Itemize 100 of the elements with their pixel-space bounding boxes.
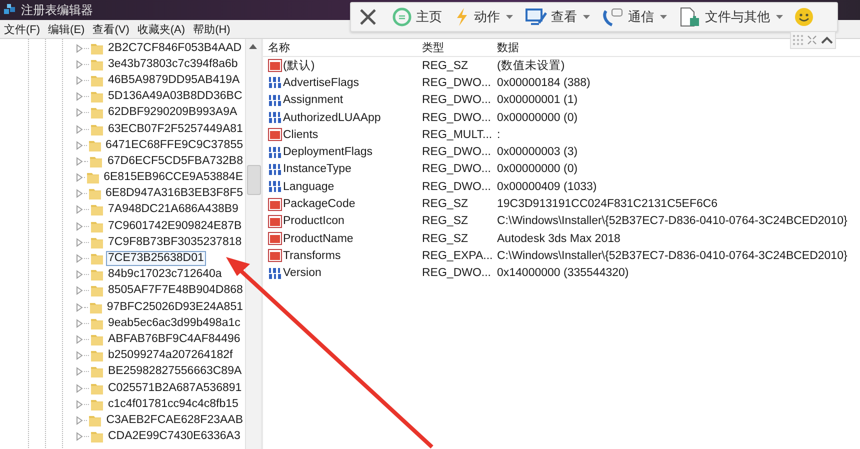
grid-icon[interactable] xyxy=(793,35,803,45)
column-header[interactable]: 类型 xyxy=(422,40,497,55)
lightning-icon xyxy=(454,7,470,27)
tree-item[interactable]: 8505AF7F7E48B904D868 xyxy=(106,283,245,298)
tree-item[interactable]: c1c4f01781cc94c4c8fb15 xyxy=(106,396,240,412)
string-value-icon xyxy=(268,214,282,228)
value-name: AuthorizedLUAApp xyxy=(283,112,381,124)
tree-item[interactable]: 6E815EB96CCE9A53884E xyxy=(102,170,245,186)
tree-item[interactable]: 46B5A9879DD95AB419A xyxy=(106,72,242,88)
tree-item[interactable]: C3AEB2FCAE628F23AAB xyxy=(104,412,245,428)
value-name: ProductName xyxy=(283,232,354,245)
column-header[interactable]: 数据 xyxy=(497,40,519,55)
tree-item[interactable]: 67D6ECF5CD5FBA732B8 xyxy=(105,154,245,169)
value-name: AdvertiseFlags xyxy=(283,76,360,89)
ring-icon xyxy=(392,7,412,27)
value-data: 19C3D913191CC024F831C2131C5EF6C6 xyxy=(497,198,718,210)
binary-value-icon xyxy=(268,111,282,124)
menu-item[interactable]: 收藏夹(A) xyxy=(137,22,186,36)
collapse-caret-icon[interactable] xyxy=(821,36,833,44)
folder-icon xyxy=(90,284,104,298)
tree-item[interactable]: CDA2E99C7430E6336A3 xyxy=(106,429,242,444)
toolbar-button[interactable]: 文件与其他 xyxy=(674,7,788,27)
folder-icon xyxy=(90,42,104,55)
value-type: REG_MULT... xyxy=(422,128,494,141)
value-type: REG_DWO... xyxy=(422,163,492,176)
scrollbar[interactable] xyxy=(245,39,261,449)
folder-icon xyxy=(90,106,104,120)
scroll-thumb[interactable] xyxy=(247,165,261,195)
binary-value-icon xyxy=(268,76,282,90)
value-data: C:\Windows\Installer\{52B37EC7-D836-0410-0764-3C24BCED2010} xyxy=(497,215,848,228)
value-type: REG_DWO... xyxy=(422,76,492,89)
value-type: REG_EXPA... xyxy=(422,250,494,262)
close-icon[interactable] xyxy=(359,8,377,26)
value-data: 0x00000000 (0) xyxy=(497,112,578,124)
registry-cubes-icon xyxy=(3,3,17,17)
tree-item[interactable]: ABFAB76BF9C4AF84496 xyxy=(106,332,242,347)
menu-item[interactable]: 帮助(H) xyxy=(193,22,230,36)
tree-item[interactable]: 6E8D947A316B3EB3F8F5 xyxy=(104,186,245,202)
value-type: REG_DWO... xyxy=(422,267,492,280)
tree-item[interactable]: 7CE73B25638D01 xyxy=(106,251,206,266)
folder-icon xyxy=(90,332,104,346)
folder-icon xyxy=(88,187,102,200)
tree-item[interactable]: BE25982827556663C89A xyxy=(106,364,244,380)
tree-item[interactable]: 2B2C7CF846F053B4AAD xyxy=(106,40,244,56)
tree-item[interactable]: 5D136A49A03B8DD36BC xyxy=(106,89,244,104)
folder-icon xyxy=(90,365,104,378)
smiley-icon[interactable] xyxy=(794,7,814,27)
menu-item[interactable]: 文件(F) xyxy=(4,22,40,36)
value-name: PackageCode xyxy=(283,198,356,210)
folder-icon xyxy=(90,349,104,362)
tree-item[interactable]: 97BFC25026D93E24A851 xyxy=(104,300,245,315)
string-value-icon xyxy=(268,198,282,211)
tree-item[interactable]: 84b9c17023c712640a xyxy=(106,267,224,282)
scroll-up-icon[interactable] xyxy=(249,44,257,49)
tree-item[interactable]: 3e43b73803c7c394f8a6b xyxy=(106,56,240,72)
menu-item[interactable]: 查看(V) xyxy=(92,22,130,36)
toolbar-button[interactable]: 查看 xyxy=(520,7,595,27)
value-name: Version xyxy=(283,267,322,280)
window-title: 注册表编辑器 xyxy=(21,2,93,18)
string-value-icon xyxy=(268,128,282,142)
value-type: REG_SZ xyxy=(422,198,470,210)
tree-item[interactable]: 7C9F8B73BF3035237818 xyxy=(106,234,244,250)
tree-item[interactable]: 62DBF9290209B993A9A xyxy=(106,105,240,120)
value-name: (默认) xyxy=(283,58,315,74)
binary-value-icon xyxy=(268,94,282,107)
folder-icon xyxy=(90,430,104,444)
expand-icon[interactable] xyxy=(807,35,817,45)
monitor-icon xyxy=(525,7,547,27)
value-data: (数值未设置) xyxy=(497,58,565,74)
folder-icon xyxy=(88,414,102,427)
folder-icon xyxy=(90,268,104,282)
value-name: Transforms xyxy=(283,250,341,262)
value-type: REG_SZ xyxy=(422,232,470,245)
tree-item[interactable]: 9eab5ec6ac3d99b498a1c xyxy=(106,316,242,331)
tree-item[interactable]: b25099274a207264182f xyxy=(106,348,235,364)
string-value-icon xyxy=(268,232,282,246)
tree-item[interactable]: 63ECB07F2F5257449A81 xyxy=(106,122,245,137)
value-name: ProductIcon xyxy=(283,215,344,228)
toolbar-button[interactable]: 主页 xyxy=(387,7,447,27)
folder-icon xyxy=(90,90,104,104)
tree-item[interactable]: 7C9601742E909824E87B xyxy=(106,218,244,234)
tree-item[interactable]: 7A948DC21A686A438B9 xyxy=(106,202,240,218)
toolbar-button[interactable]: 通信 xyxy=(597,7,672,27)
folder-icon xyxy=(88,300,103,314)
folder-icon xyxy=(90,58,104,71)
tree-item[interactable]: C025571B2A687A536891 xyxy=(106,380,244,396)
binary-value-icon xyxy=(268,146,282,159)
folder-icon xyxy=(90,398,104,411)
value-name: DeploymentFlags xyxy=(283,146,372,158)
binary-value-icon xyxy=(268,162,282,176)
value-data: 0x00000001 (1) xyxy=(497,94,578,106)
folder-icon xyxy=(90,74,104,87)
menu-item[interactable]: 编辑(E) xyxy=(48,22,85,36)
folder-icon xyxy=(90,122,104,136)
tree-item[interactable]: 6471EC68FFE9C9C37855 xyxy=(104,138,245,153)
folder-icon xyxy=(90,203,104,216)
string-value-icon xyxy=(268,249,282,262)
value-type: REG_DWO... xyxy=(422,112,492,124)
column-header[interactable]: 名称 xyxy=(263,40,422,55)
toolbar-button[interactable]: 动作 xyxy=(449,7,518,27)
